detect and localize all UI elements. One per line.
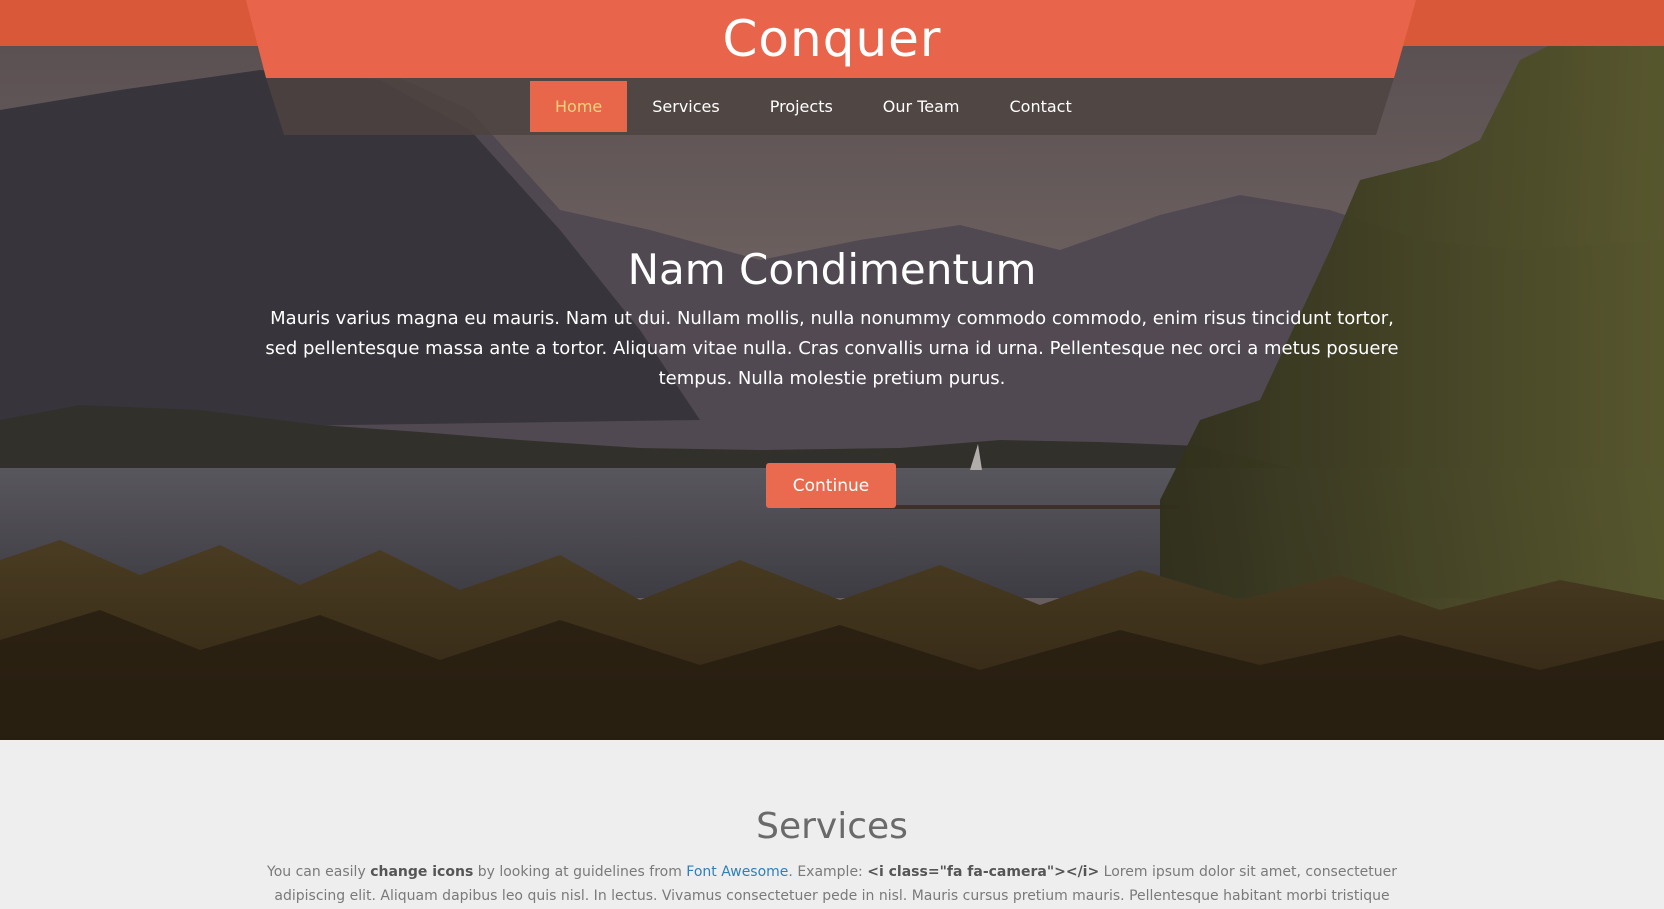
hero-title: Nam Condimentum	[627, 245, 1037, 294]
services-heading: Services	[756, 806, 908, 847]
nav-item-our-team[interactable]: Our Team	[858, 81, 985, 132]
nav-item-contact[interactable]: Contact	[984, 81, 1096, 132]
site-logo-title[interactable]: Conquer	[0, 6, 1664, 72]
services-intro-text-1: You can easily	[267, 864, 371, 880]
services-intro-text-3: . Example:	[788, 864, 868, 880]
nav-item-home[interactable]: Home	[530, 81, 628, 132]
main-nav: Home Services Projects Our Team Contact	[530, 81, 1097, 132]
services-intro-text-2: by looking at guidelines from	[473, 864, 687, 880]
nav-item-projects[interactable]: Projects	[745, 81, 858, 132]
services-intro: You can easily change icons by looking a…	[250, 860, 1414, 909]
nav-item-services[interactable]: Services	[627, 81, 744, 132]
continue-button[interactable]: Continue	[766, 463, 896, 508]
hero-section: Conquer Home Services Projects Our Team …	[0, 0, 1664, 740]
page: Conquer Home Services Projects Our Team …	[0, 0, 1664, 909]
hero-description: Mauris varius magna eu mauris. Nam ut du…	[265, 308, 1399, 389]
services-intro-code-example: <i class="fa fa-camera"></i>	[867, 864, 1100, 880]
services-intro-bold-1: change icons	[370, 864, 474, 880]
services-section: Services You can easily change icons by …	[0, 740, 1664, 909]
font-awesome-link[interactable]: Font Awesome	[686, 864, 788, 880]
hero-content: Nam Condimentum Mauris varius magna eu m…	[250, 238, 1414, 394]
